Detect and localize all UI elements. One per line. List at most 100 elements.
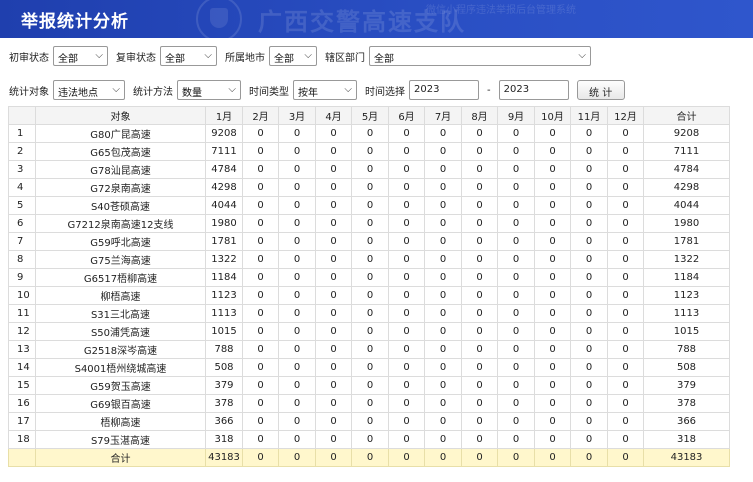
table-cell: 0 (424, 376, 462, 395)
table-cell: 1113 (205, 304, 243, 323)
table-cell: 0 (278, 268, 316, 287)
table-cell: 3 (8, 160, 36, 179)
table-cell: 0 (424, 124, 462, 143)
table-cell: 14 (8, 358, 36, 377)
table-cell: 0 (315, 160, 352, 179)
table-cell: 0 (497, 268, 535, 287)
table-cell: 0 (497, 250, 535, 269)
table-cell: 0 (278, 412, 316, 431)
table-cell: 4784 (205, 160, 243, 179)
table-cell: 0 (388, 124, 425, 143)
table-cell: 0 (497, 394, 535, 413)
table-cell: 0 (351, 430, 389, 449)
table-cell: 4298 (643, 178, 730, 197)
table-cell: 12 (8, 322, 36, 341)
table-cell: 0 (497, 142, 535, 161)
table-cell: 1980 (205, 214, 243, 233)
column-header: 9月 (497, 106, 535, 125)
table-cell: 0 (278, 160, 316, 179)
main-panel: 初审状态 全部 ⌵ 复审状态 全部 ⌵ 所属地市 全部 ⌵ 辖区部门 全部 ⌵ 统计对象… (4, 38, 753, 482)
table-cell: 0 (570, 376, 608, 395)
table-cell: 318 (643, 430, 730, 449)
table-cell: 0 (461, 358, 498, 377)
table-cell: G72泉南高速 (35, 178, 206, 197)
table-cell: 0 (534, 214, 571, 233)
table-cell: 0 (497, 304, 535, 323)
time-type-select[interactable]: 按年 ⌵ (293, 80, 357, 100)
object-select[interactable]: 违法地点 ⌵ (53, 80, 125, 100)
table-cell: S31三北高速 (35, 304, 206, 323)
method-select[interactable]: 数量 ⌵ (177, 80, 241, 100)
table-cell: 0 (315, 358, 352, 377)
table-cell: 0 (607, 286, 644, 305)
initial-review-label: 初审状态 (9, 52, 49, 64)
table-cell: 0 (388, 268, 425, 287)
chevron-down-icon: ⌵ (304, 50, 312, 61)
table-cell: 0 (497, 178, 535, 197)
table-cell: 0 (570, 196, 608, 215)
table-cell: 1322 (205, 250, 243, 269)
table-row: 5 S40苍硕高速 4044 0 0 0 0 0 0 0 0 0 0 0 4044 (8, 196, 730, 215)
table-cell: G80广昆高速 (35, 124, 206, 143)
table-cell: 0 (607, 196, 644, 215)
table-cell: 0 (351, 142, 389, 161)
table-cell: 0 (570, 178, 608, 197)
table-cell: 0 (278, 430, 316, 449)
column-header (8, 106, 36, 125)
table-cell: 0 (607, 160, 644, 179)
table-cell: 0 (570, 268, 608, 287)
table-cell: 0 (570, 304, 608, 323)
table-cell: 0 (607, 268, 644, 287)
header-watermark-subtitle: 微信小程序违法举报后台管理系统 (426, 5, 576, 16)
table-cell: 0 (278, 448, 316, 467)
table-cell: 4298 (205, 178, 243, 197)
city-select[interactable]: 全部 ⌵ (269, 46, 317, 66)
table-cell: 0 (570, 412, 608, 431)
table-cell: 0 (461, 376, 498, 395)
re-review-select[interactable]: 全部 ⌵ (160, 46, 217, 66)
chevron-down-icon: ⌵ (228, 84, 236, 95)
table-cell: 9 (8, 268, 36, 287)
column-header: 12月 (607, 106, 644, 125)
table-cell: 0 (607, 430, 644, 449)
table-cell: 0 (570, 214, 608, 233)
table-cell: 0 (315, 412, 352, 431)
table-cell: 0 (424, 214, 462, 233)
table-cell: 0 (278, 196, 316, 215)
dept-select[interactable]: 全部 ⌵ (369, 46, 591, 66)
table-cell: 318 (205, 430, 243, 449)
table-cell: 0 (351, 394, 389, 413)
table-cell: 0 (351, 322, 389, 341)
time-to-input[interactable]: 2023 (498, 80, 569, 100)
table-cell: 0 (242, 178, 279, 197)
time-select-label: 时间选择 (365, 86, 405, 98)
table-cell: 0 (534, 412, 571, 431)
table-cell: 0 (570, 394, 608, 413)
time-from-input[interactable]: 2023 (409, 80, 479, 100)
stat-button[interactable]: 统 计 (576, 80, 625, 100)
table-cell: G59贺玉高速 (35, 376, 206, 395)
table-cell: 0 (570, 358, 608, 377)
table-cell: 0 (424, 142, 462, 161)
table-cell: 0 (570, 160, 608, 179)
table-cell: 0 (351, 268, 389, 287)
time-type-value: 按年 (298, 88, 318, 99)
table-cell: 17 (8, 412, 36, 431)
table-cell: 0 (315, 232, 352, 251)
table-cell: 0 (424, 232, 462, 251)
table-cell: 0 (315, 142, 352, 161)
table-cell: 7111 (643, 142, 730, 161)
table-cell: 0 (607, 376, 644, 395)
table-cell: 4044 (205, 196, 243, 215)
table-cell: 0 (497, 232, 535, 251)
table-cell: 788 (643, 340, 730, 359)
column-header: 1月 (205, 106, 243, 125)
table-cell: 0 (388, 394, 425, 413)
table-cell: 0 (242, 142, 279, 161)
table-cell: G59呼北高速 (35, 232, 206, 251)
table-cell: 0 (242, 394, 279, 413)
re-review-label: 复审状态 (116, 52, 156, 64)
table-cell: 1184 (205, 268, 243, 287)
table-cell: 366 (643, 412, 730, 431)
initial-review-select[interactable]: 全部 ⌵ (53, 46, 108, 66)
